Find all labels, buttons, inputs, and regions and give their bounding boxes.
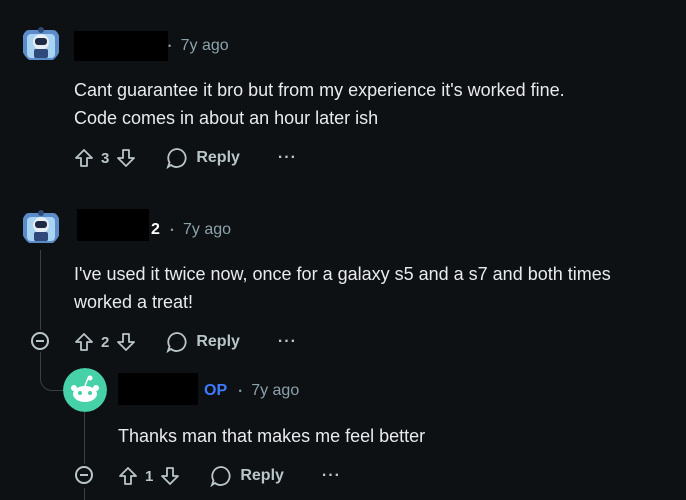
- thread-branch: [40, 352, 63, 391]
- avatar[interactable]: [21, 207, 61, 247]
- upvote-icon[interactable]: [74, 148, 94, 168]
- snoo-avatar-icon: [63, 368, 107, 412]
- timestamp[interactable]: 7y ago: [251, 382, 299, 399]
- score: 1: [145, 467, 154, 485]
- username-redacted: [118, 373, 198, 405]
- astronaut-avatar-icon: [23, 210, 59, 243]
- vote-group: 3: [74, 148, 136, 168]
- comment-line: Cant guarantee it bro but from my experi…: [74, 80, 565, 100]
- reply-button[interactable]: Reply: [210, 465, 284, 487]
- separator: •: [170, 224, 174, 235]
- chat-bubble-icon: [210, 465, 232, 487]
- collapse-thread-button[interactable]: [75, 466, 93, 484]
- username-redacted: [77, 209, 149, 241]
- vote-group: 2: [74, 332, 136, 352]
- comment-line: Code comes in about an hour later ish: [74, 108, 379, 128]
- chat-bubble-icon: [166, 147, 188, 169]
- downvote-icon[interactable]: [116, 148, 136, 168]
- reply-button[interactable]: Reply: [166, 331, 240, 353]
- upvote-icon[interactable]: [74, 332, 94, 352]
- op-badge: OP: [204, 382, 228, 399]
- username-suffix[interactable]: 2: [151, 221, 160, 238]
- separator: •: [238, 385, 242, 396]
- reply-button[interactable]: Reply: [166, 147, 240, 169]
- comment-line: I've used it twice now, once for a galax…: [74, 264, 611, 284]
- reply-label: Reply: [196, 333, 240, 350]
- upvote-icon[interactable]: [118, 466, 138, 486]
- score: 2: [101, 333, 110, 351]
- thread-line: [40, 250, 41, 330]
- username-redacted: [74, 31, 168, 61]
- score: 3: [101, 149, 110, 167]
- downvote-icon[interactable]: [160, 466, 180, 486]
- comment-actions: 2 Reply ···: [74, 327, 297, 357]
- avatar[interactable]: [21, 24, 61, 64]
- comment-meta: 2 • 7y ago: [151, 221, 231, 239]
- comment-line: worked a treat!: [74, 292, 194, 312]
- avatar[interactable]: [63, 368, 107, 412]
- more-options-button[interactable]: ···: [278, 333, 297, 351]
- comment-line: Thanks man that makes me feel better: [118, 426, 426, 446]
- downvote-icon[interactable]: [116, 332, 136, 352]
- comment-actions: 3 Reply ···: [74, 143, 297, 173]
- comment-meta: OP • 7y ago: [204, 382, 299, 400]
- thread-line: [84, 412, 85, 464]
- comment-body: Thanks man that makes me feel better: [118, 422, 425, 450]
- comment-body: Cant guarantee it bro but from my experi…: [74, 76, 565, 132]
- timestamp[interactable]: 7y ago: [181, 37, 229, 54]
- vote-group: 1: [118, 466, 180, 486]
- more-options-button[interactable]: ···: [278, 149, 297, 167]
- chat-bubble-icon: [166, 331, 188, 353]
- timestamp[interactable]: 7y ago: [183, 221, 231, 238]
- separator: •: [168, 40, 172, 51]
- collapse-thread-button[interactable]: [31, 332, 49, 350]
- thread-line: [84, 488, 85, 500]
- astronaut-avatar-icon: [23, 27, 59, 60]
- comment-body: I've used it twice now, once for a galax…: [74, 260, 611, 316]
- reply-label: Reply: [196, 149, 240, 166]
- more-options-button[interactable]: ···: [322, 467, 341, 485]
- comment-actions: 1 Reply ···: [118, 461, 341, 491]
- comment-meta: • 7y ago: [168, 37, 229, 55]
- reply-label: Reply: [240, 467, 284, 484]
